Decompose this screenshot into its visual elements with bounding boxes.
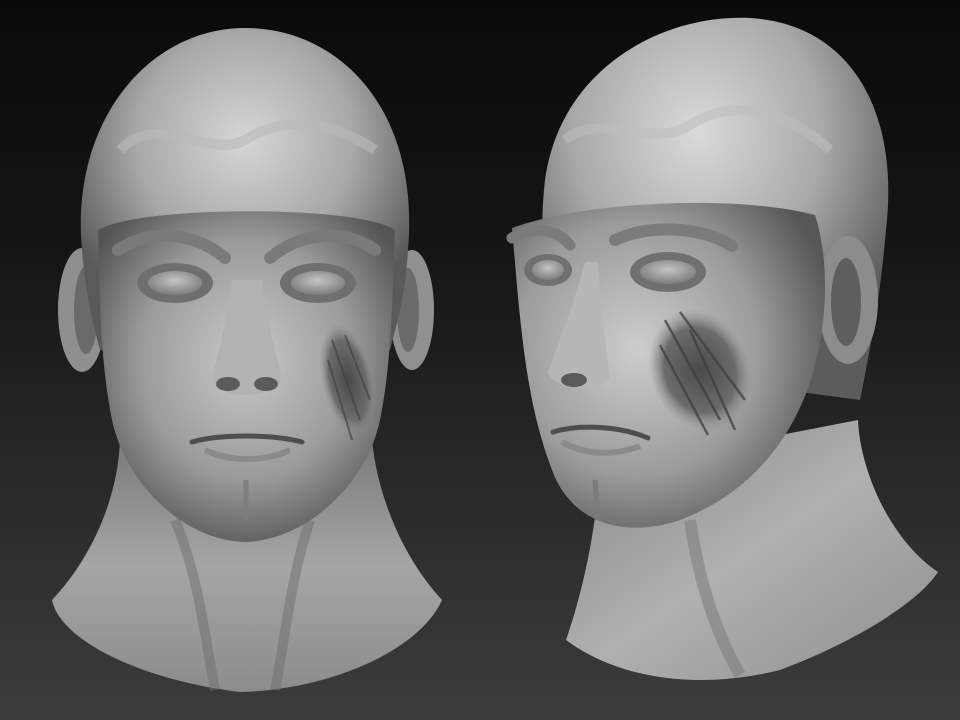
front-view-head: [52, 28, 442, 692]
side-left-eye: [532, 260, 564, 280]
sculpt-viewport: [0, 0, 960, 720]
front-right-eye: [291, 271, 345, 295]
sculpt-render: [52, 17, 938, 692]
three-quarter-view-head: [506, 17, 938, 680]
side-right-eye: [640, 260, 696, 284]
front-left-eye: [148, 271, 202, 295]
